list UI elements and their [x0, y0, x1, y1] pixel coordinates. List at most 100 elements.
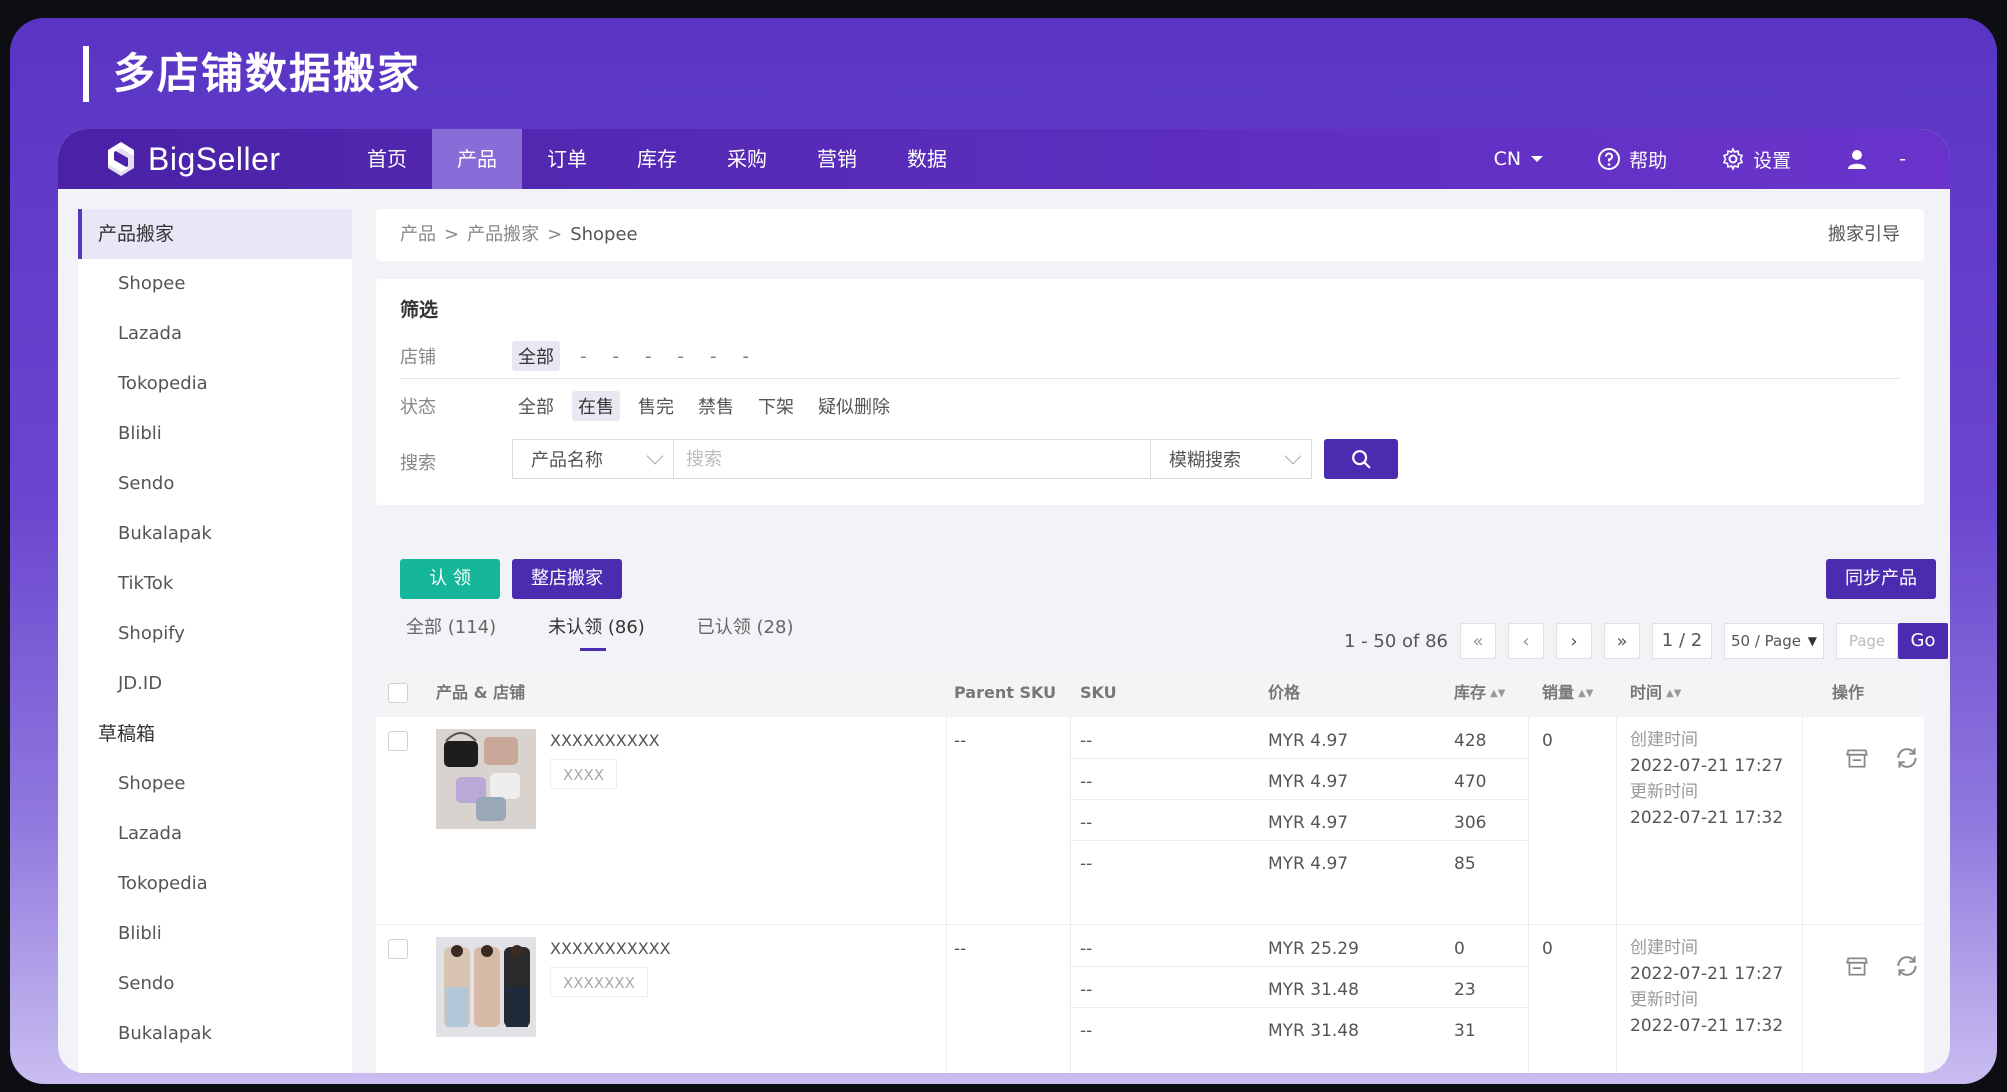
sync-products-button[interactable]: 同步产品: [1826, 559, 1936, 599]
caret-down-icon: [1531, 156, 1544, 162]
claim-store-icon[interactable]: [1844, 953, 1870, 979]
sidebar-item[interactable]: Bukalapak: [78, 1009, 352, 1059]
page-jump-input[interactable]: Page: [1836, 623, 1898, 659]
sidebar-item[interactable]: Shopify: [78, 609, 352, 659]
breadcrumb-item[interactable]: 产品: [400, 224, 436, 245]
column-divider: [1070, 925, 1071, 1073]
first-page-button[interactable]: «: [1460, 623, 1496, 659]
price-value: MYR 25.29: [1268, 939, 1359, 959]
price-value: MYR 31.48: [1268, 980, 1359, 1000]
sidebar-item[interactable]: Sendo: [78, 459, 352, 509]
sidebar-item[interactable]: Tokopedia: [78, 859, 352, 909]
store-chip[interactable]: -: [706, 344, 721, 369]
claim-store-icon[interactable]: [1844, 745, 1870, 771]
row-checkbox[interactable]: [388, 731, 408, 751]
sidebar-item[interactable]: Shopee: [78, 259, 352, 309]
status-chip[interactable]: 在售: [572, 391, 620, 421]
sidebar-item[interactable]: Lazada: [78, 309, 352, 359]
select-all-checkbox[interactable]: [388, 683, 408, 703]
help-link[interactable]: 帮助: [1597, 146, 1667, 173]
store-chip[interactable]: -: [739, 344, 754, 369]
status-label: 状态: [400, 397, 436, 418]
sidebar-item[interactable]: Shopee: [78, 759, 352, 809]
store-chip[interactable]: -: [609, 344, 624, 369]
sidebar-item[interactable]: Blibli: [78, 409, 352, 459]
last-page-button[interactable]: »: [1604, 623, 1640, 659]
banner-accent-bar: [83, 46, 89, 102]
whole-store-migrate-button[interactable]: 整店搬家: [512, 559, 622, 599]
store-chip[interactable]: 全部: [512, 341, 560, 371]
migration-guide-link[interactable]: 搬家引导: [1828, 209, 1900, 261]
price-value: MYR 4.97: [1268, 731, 1349, 751]
sku-value: --: [1080, 939, 1093, 959]
nav-item[interactable]: 库存: [612, 129, 702, 189]
product-name[interactable]: XXXXXXXXXX: [550, 731, 660, 750]
row-checkbox[interactable]: [388, 939, 408, 959]
status-chip[interactable]: 全部: [512, 391, 560, 421]
search-button[interactable]: [1324, 439, 1398, 479]
time-info: 创建时间 2022-07-21 17:27 更新时间 2022-07-21 17:32: [1630, 727, 1783, 831]
status-chip[interactable]: 疑似删除: [812, 391, 896, 421]
store-label: 店铺: [400, 347, 436, 368]
page-size-select[interactable]: 50 / Page ▼: [1724, 623, 1824, 659]
tab[interactable]: 未认领 (86): [548, 613, 645, 651]
variant-divider: [1070, 966, 1528, 967]
col-stock[interactable]: 库存 ▲▼: [1454, 669, 1505, 717]
sort-icon: ▲▼: [1666, 688, 1682, 699]
sidebar-item[interactable]: Blibli: [78, 909, 352, 959]
updated-label: 更新时间: [1630, 990, 1698, 1010]
refresh-icon[interactable]: [1894, 953, 1920, 979]
sort-icon: ▲▼: [1490, 688, 1506, 699]
refresh-icon[interactable]: [1894, 745, 1920, 771]
status-chip[interactable]: 下架: [752, 391, 800, 421]
col-sales[interactable]: 销量 ▲▼: [1542, 669, 1593, 717]
store-chip[interactable]: -: [576, 344, 591, 369]
status-chip[interactable]: 禁售: [692, 391, 740, 421]
prev-page-button[interactable]: ‹: [1508, 623, 1544, 659]
search-mode-select[interactable]: 模糊搜索: [1150, 439, 1312, 479]
next-page-button[interactable]: ›: [1556, 623, 1592, 659]
nav-item[interactable]: 产品: [432, 129, 522, 189]
sidebar-item[interactable]: JD.ID: [78, 659, 352, 709]
stock-value: 85: [1454, 854, 1476, 874]
column-divider: [1802, 717, 1803, 924]
product-name[interactable]: XXXXXXXXXXX: [550, 939, 671, 958]
sidebar-item[interactable]: Lazada: [78, 809, 352, 859]
col-ops: 操作: [1832, 683, 1865, 702]
go-button[interactable]: Go: [1898, 623, 1948, 659]
product-thumbnail[interactable]: [436, 937, 536, 1037]
sidebar-item[interactable]: Tokopedia: [78, 359, 352, 409]
tab[interactable]: 全部 (114): [406, 613, 496, 651]
status-chip[interactable]: 售完: [632, 391, 680, 421]
breadcrumb-item[interactable]: 产品搬家: [467, 224, 539, 245]
sidebar-item[interactable]: TikTok: [78, 559, 352, 609]
nav-item[interactable]: 数据: [882, 129, 972, 189]
user-menu[interactable]: -: [1845, 147, 1906, 171]
sidebar-group[interactable]: 产品搬家: [78, 209, 352, 259]
language-label: CN: [1493, 148, 1522, 170]
store-chip[interactable]: -: [674, 344, 689, 369]
brand-logo[interactable]: BigSeller: [102, 137, 281, 181]
nav-item[interactable]: 营销: [792, 129, 882, 189]
sidebar-item[interactable]: Sendo: [78, 959, 352, 1009]
banner-background: 多店铺数据搬家 BigSeller 首页 产品 订单 库存 采购 营销 数据 CN: [10, 18, 1997, 1084]
settings-link[interactable]: 设置: [1721, 146, 1791, 173]
table-row: XXXXXXXXXXX XXXXXXX -- -- MYR 25.29 0 -- MYR 31…: [376, 925, 1924, 1073]
sidebar-item[interactable]: Bukalapak: [78, 509, 352, 559]
search-input[interactable]: [674, 439, 1150, 479]
store-chip[interactable]: -: [641, 344, 656, 369]
tab[interactable]: 已认领 (28): [697, 613, 794, 651]
search-label: 搜索: [400, 453, 436, 474]
claim-button[interactable]: 认 领: [400, 559, 500, 599]
nav-item[interactable]: 首页: [342, 129, 432, 189]
banner-title: 多店铺数据搬家: [113, 49, 422, 98]
language-selector[interactable]: CN: [1493, 148, 1544, 170]
product-thumbnail[interactable]: [436, 729, 536, 829]
pagination: 1 - 50 of 86 « ‹ › » 1 / 2 50 / Page ▼ P…: [1344, 623, 1948, 659]
search-field-select[interactable]: 产品名称: [512, 439, 674, 479]
updated-label: 更新时间: [1630, 782, 1698, 802]
nav-item[interactable]: 订单: [522, 129, 612, 189]
col-time[interactable]: 时间 ▲▼: [1630, 669, 1681, 717]
sidebar-group[interactable]: 草稿箱: [78, 709, 352, 759]
nav-item[interactable]: 采购: [702, 129, 792, 189]
